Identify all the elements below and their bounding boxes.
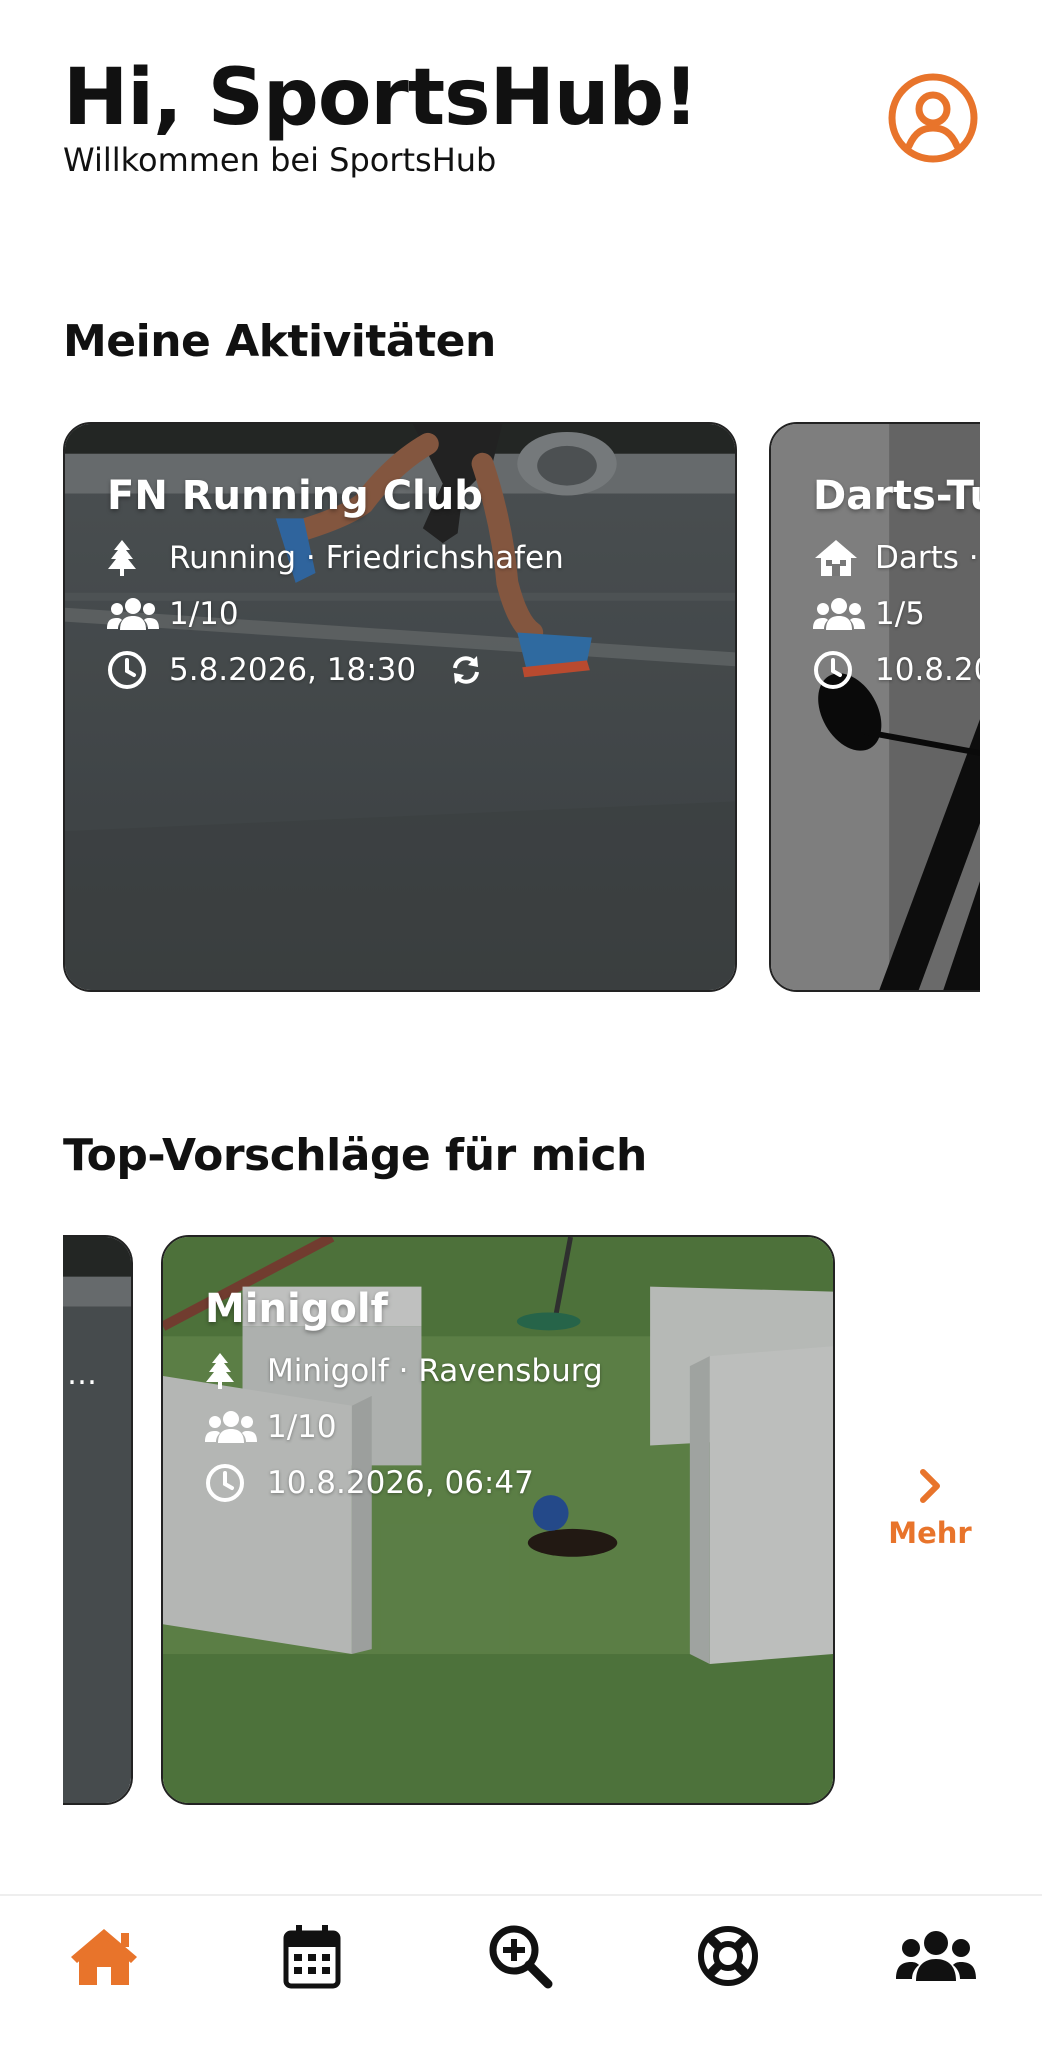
suggestion-card-minigolf[interactable]: Minigolf Minigolf · Ravensburg 1/10 10.8… <box>161 1235 835 1805</box>
search-plus-icon <box>489 1925 553 1989</box>
card-category-row: Minigolf · Ravensburg <box>205 1351 603 1391</box>
activity-card-running[interactable]: FN Running Club Running · Friedrichshafe… <box>63 422 737 992</box>
nav-community[interactable] <box>894 1914 978 1998</box>
card-datetime: 10.8.20 <box>875 652 980 688</box>
card-content: Minigolf Minigolf · Ravensburg 1/10 10.8… <box>205 1283 603 1503</box>
sync-icon <box>450 654 482 686</box>
card-content: FN Running Club Running · Friedrichshafe… <box>107 470 564 690</box>
card-datetime: 5.8.2026, 18:30 <box>169 652 417 688</box>
card-category-row: Running · Friedrichshafen <box>107 538 564 578</box>
card-title: Darts-Tu <box>813 473 980 519</box>
card-title: Minigolf <box>205 1286 388 1332</box>
nav-help[interactable] <box>686 1914 770 1998</box>
card-datetime-row: 5.8.2026, 18:30 <box>107 650 564 690</box>
profile-button[interactable] <box>887 72 979 164</box>
card-participants-row: 1/10 <box>107 594 564 634</box>
tree-icon <box>107 538 159 578</box>
truncated-text: … <box>67 1357 97 1392</box>
header: Hi, SportsHub! Willkommen bei SportsHub <box>63 52 979 202</box>
section-title-suggestions: Top-Vorschläge für mich <box>63 1130 647 1181</box>
page-subtitle: Willkommen bei SportsHub <box>63 141 497 179</box>
my-activities-carousel[interactable]: FN Running Club Running · Friedrichshafe… <box>63 422 980 994</box>
user-circle-icon <box>888 73 978 163</box>
clock-icon <box>205 1463 257 1503</box>
nav-calendar[interactable] <box>270 1914 354 1998</box>
more-button[interactable]: Mehr <box>880 1468 980 1550</box>
card-participants-row: 1/5 <box>813 594 980 634</box>
house-icon <box>813 538 865 578</box>
activity-card-darts[interactable]: Darts-Tu Darts · 1/5 10.8.20 <box>769 422 980 992</box>
card-category: Darts · <box>875 540 979 576</box>
card-content: Darts-Tu Darts · 1/5 10.8.20 <box>813 470 980 690</box>
users-icon <box>205 1407 257 1447</box>
card-participants: 1/10 <box>169 596 239 632</box>
page-title: Hi, SportsHub! <box>63 53 699 143</box>
suggestions-carousel[interactable]: … Minigolf Minigolf · Ravensburg 1/10 10… <box>63 1235 980 1807</box>
nav-discover[interactable] <box>478 1914 562 1998</box>
users-icon <box>813 594 865 634</box>
card-category: Running · Friedrichshafen <box>169 540 564 576</box>
card-datetime-row: 10.8.20 <box>813 650 980 690</box>
card-participants-row: 1/10 <box>205 1407 603 1447</box>
users-icon <box>896 1931 976 1981</box>
clock-icon <box>107 650 159 690</box>
card-category-row: Darts · <box>813 538 980 578</box>
bottom-navigation <box>0 1894 1042 2048</box>
card-datetime: 10.8.2026, 06:47 <box>267 1465 534 1501</box>
users-icon <box>107 594 159 634</box>
clock-icon <box>813 650 865 690</box>
chevron-right-icon <box>920 1469 940 1503</box>
nav-home[interactable] <box>62 1914 146 1998</box>
suggestion-card-partial[interactable]: … <box>63 1235 133 1805</box>
card-participants: 1/5 <box>875 596 925 632</box>
calendar-icon <box>283 1925 341 1989</box>
card-shade <box>63 1237 131 1803</box>
more-label: Mehr <box>888 1516 972 1550</box>
card-datetime-row: 10.8.2026, 06:47 <box>205 1463 603 1503</box>
lifebuoy-icon <box>698 1926 758 1986</box>
card-category: Minigolf · Ravensburg <box>267 1353 603 1389</box>
card-participants: 1/10 <box>267 1409 337 1445</box>
home-icon <box>71 1929 137 1985</box>
section-title-my-activities: Meine Aktivitäten <box>63 316 496 367</box>
tree-icon <box>205 1351 257 1391</box>
card-title: FN Running Club <box>107 473 483 519</box>
